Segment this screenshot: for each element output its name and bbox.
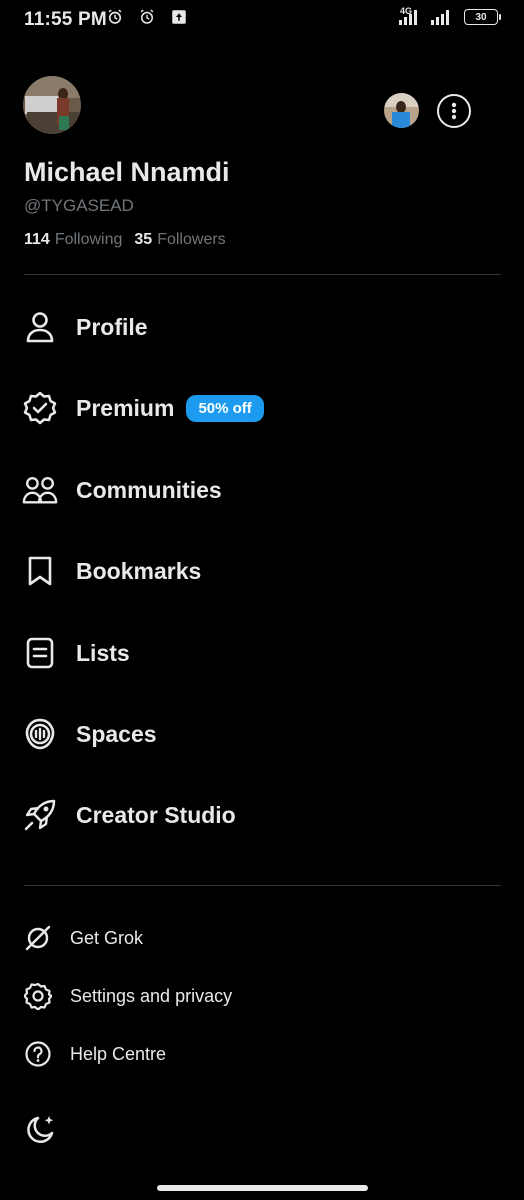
- theme-toggle-button[interactable]: [22, 1112, 58, 1148]
- help-icon: [22, 1038, 54, 1070]
- nav-label: Spaces: [76, 720, 157, 747]
- home-indicator[interactable]: [157, 1185, 368, 1191]
- verified-badge-icon: [22, 390, 58, 426]
- battery-icon: 30: [464, 9, 501, 25]
- battery-level: 30: [475, 11, 487, 23]
- menu-label: Get Grok: [70, 927, 144, 948]
- menu-item-get-grok[interactable]: Get Grok: [22, 918, 143, 958]
- nav-label: Communities: [76, 476, 222, 503]
- status-right-icons: 30: [398, 9, 501, 25]
- alarm-icon: [108, 9, 122, 24]
- nav-item-bookmarks[interactable]: Bookmarks: [22, 547, 201, 595]
- profile-avatar[interactable]: [23, 76, 81, 134]
- alarm-icon: [140, 9, 154, 24]
- list-icon: [22, 635, 58, 671]
- status-bar: 11:55 PM 4G 30: [0, 0, 524, 40]
- discount-badge[interactable]: 50% off: [186, 394, 264, 422]
- more-options-button[interactable]: [437, 94, 471, 128]
- nav-label: Premium: [76, 394, 175, 421]
- menu-label: Settings and privacy: [70, 985, 233, 1006]
- gear-icon: [22, 980, 54, 1012]
- more-vertical-icon: [451, 102, 457, 120]
- following-count: 114: [24, 231, 50, 248]
- status-left-icons: [106, 8, 188, 26]
- grok-icon: [22, 922, 54, 954]
- following-link[interactable]: 114 Following: [24, 231, 122, 249]
- nav-label: Creator Studio: [76, 801, 236, 828]
- rocket-icon: [22, 797, 58, 833]
- nav-item-profile[interactable]: Profile: [22, 303, 148, 351]
- upload-icon: [172, 10, 186, 24]
- signal-icon: [399, 10, 417, 25]
- person-icon: [22, 309, 58, 345]
- follow-stats: 114 Following 35 Followers: [24, 231, 226, 249]
- display-name[interactable]: Michael Nnamdi: [24, 157, 230, 188]
- nav-label: Profile: [76, 313, 148, 340]
- divider: [24, 274, 501, 275]
- signal-icon: [431, 10, 449, 25]
- nav-item-premium[interactable]: Premium 50% off: [22, 384, 264, 432]
- followers-link[interactable]: 35 Followers: [134, 231, 225, 249]
- nav-label: Lists: [76, 639, 130, 666]
- followers-label: Followers: [157, 231, 226, 248]
- menu-label: Help Centre: [70, 1043, 167, 1064]
- bookmark-icon: [22, 553, 58, 589]
- nav-item-spaces[interactable]: Spaces: [22, 710, 157, 758]
- menu-item-settings[interactable]: Settings and privacy: [22, 976, 232, 1016]
- menu-item-help-centre[interactable]: Help Centre: [22, 1034, 166, 1074]
- divider: [24, 885, 501, 886]
- nav-item-communities[interactable]: Communities: [22, 466, 222, 514]
- user-handle: @TYGASEAD: [24, 196, 134, 215]
- nav-item-creator-studio[interactable]: Creator Studio: [22, 791, 236, 839]
- nav-label: Bookmarks: [76, 557, 202, 584]
- nav-item-lists[interactable]: Lists: [22, 629, 130, 677]
- communities-icon: [22, 472, 58, 508]
- following-label: Following: [54, 231, 123, 248]
- followers-count: 35: [134, 231, 153, 248]
- spaces-icon: [22, 716, 58, 752]
- switch-account-avatar[interactable]: [384, 93, 419, 128]
- moon-sparkle-icon: [27, 1116, 54, 1143]
- status-time: 11:55 PM: [24, 9, 107, 30]
